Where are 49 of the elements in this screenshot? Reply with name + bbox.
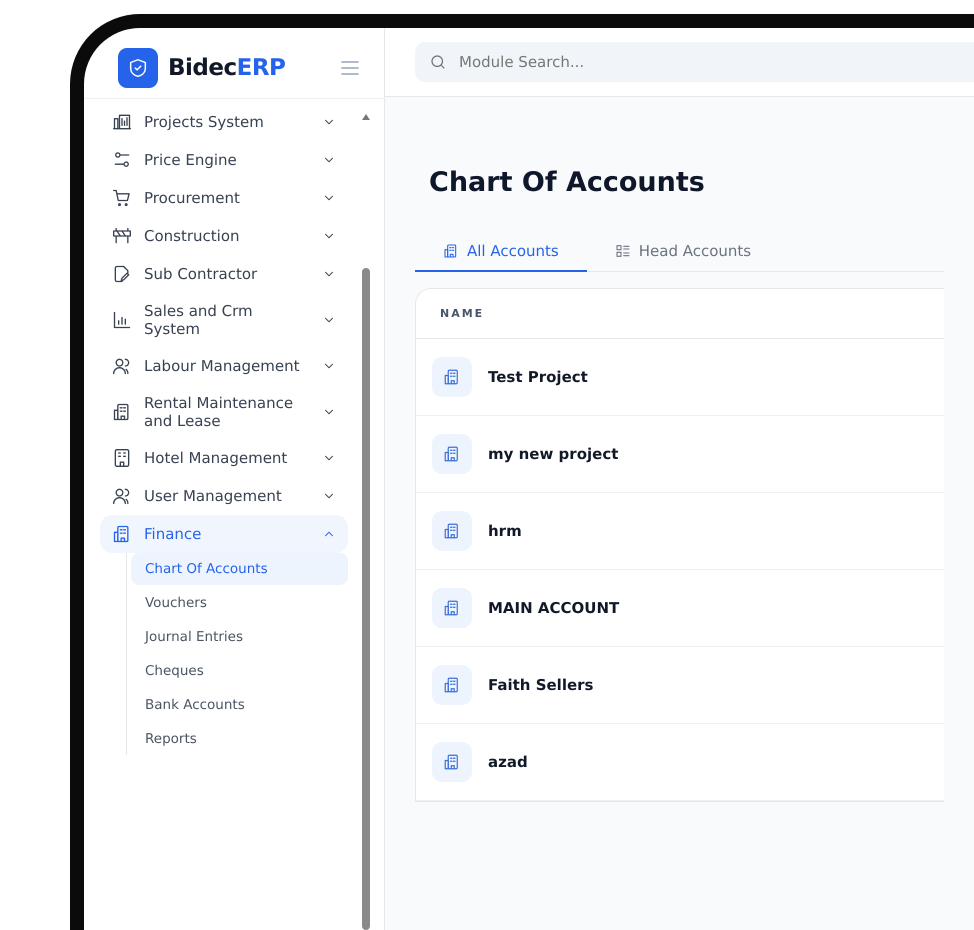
- scroll-up-arrow[interactable]: [362, 114, 370, 120]
- column-header: NAME: [416, 289, 944, 339]
- sidebar-subitem[interactable]: Chart Of Accounts: [131, 553, 348, 585]
- search-field[interactable]: Module Search...: [415, 42, 974, 82]
- document-edit-icon: [112, 264, 132, 284]
- sidebar-item[interactable]: Finance: [100, 515, 348, 553]
- scrollbar-thumb[interactable]: [362, 268, 370, 930]
- sidebar-subitem[interactable]: Reports: [131, 723, 348, 755]
- sidebar-subitem[interactable]: Bank Accounts: [131, 689, 348, 721]
- sidebar-item[interactable]: Rental Maintenance and Lease: [100, 385, 348, 439]
- building-icon: [443, 368, 461, 386]
- sidebar-item[interactable]: Procurement: [100, 179, 348, 217]
- sidebar-subitem[interactable]: Vouchers: [131, 587, 348, 619]
- sidebar-item[interactable]: Construction: [100, 217, 348, 255]
- sliders-icon: [112, 150, 132, 170]
- table-cell: MAIN ACCOUNT: [488, 599, 620, 617]
- list-icon: [614, 243, 631, 259]
- tab[interactable]: All Accounts: [415, 232, 587, 272]
- hotel-icon: [112, 448, 132, 468]
- users-icon: [112, 486, 132, 506]
- building-icon: [443, 243, 459, 259]
- sidebar-item[interactable]: Hotel Management: [100, 439, 348, 477]
- sidebar-item[interactable]: Sales and Crm System: [100, 293, 348, 347]
- sidebar-item[interactable]: Labour Management: [100, 347, 348, 385]
- sidebar-item[interactable]: Sub Contractor: [100, 255, 348, 293]
- table-cell: my new project: [488, 445, 618, 463]
- bar-chart-icon: [112, 310, 132, 330]
- sidebar-subitem[interactable]: Journal Entries: [131, 621, 348, 653]
- page-title: Chart Of Accounts: [429, 167, 706, 198]
- building-icon: [443, 522, 461, 540]
- building-icon: [112, 112, 132, 132]
- building-icon: [443, 753, 461, 771]
- tab[interactable]: Head Accounts: [586, 232, 780, 272]
- sidebar-subitem[interactable]: Cheques: [131, 655, 348, 687]
- users-icon: [112, 356, 132, 376]
- cart-icon: [112, 188, 132, 208]
- sidebar-item[interactable]: Price Engine: [100, 141, 348, 179]
- table-cell: hrm: [488, 522, 522, 540]
- table-cell: Test Project: [488, 368, 588, 386]
- table-cell: azad: [488, 753, 528, 771]
- building-icon: [443, 676, 461, 694]
- barrier-icon: [112, 226, 132, 246]
- sidebar-item[interactable]: User Management: [100, 477, 348, 515]
- sidebar-item[interactable]: Projects System: [100, 103, 348, 141]
- building-icon: [443, 599, 461, 617]
- shield-check-icon: [127, 57, 149, 79]
- building-icon: [443, 445, 461, 463]
- table-cell: Faith Sellers: [488, 676, 594, 694]
- brand-logo: BidecERP: [168, 55, 286, 81]
